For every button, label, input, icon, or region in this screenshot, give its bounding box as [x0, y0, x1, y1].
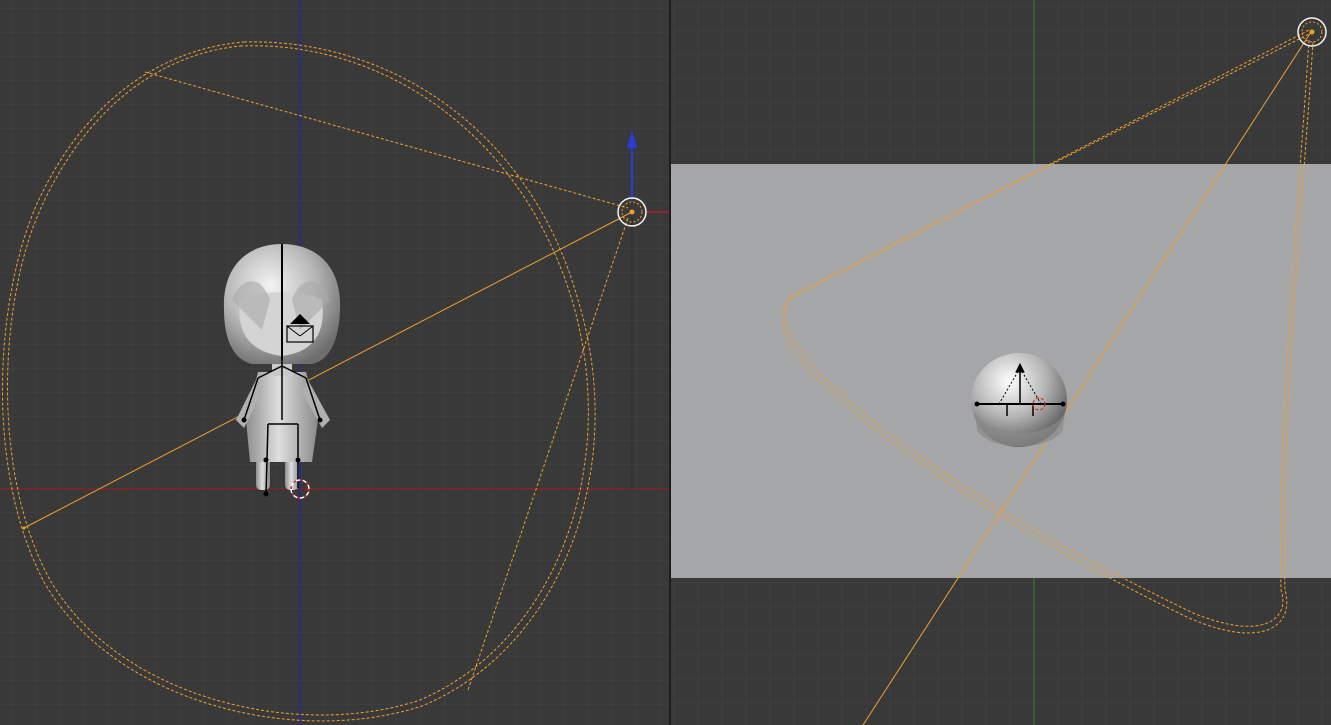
viewport-camera-canvas[interactable] [671, 0, 1331, 725]
viewport-camera[interactable] [671, 0, 1331, 725]
lamp-target-dot [22, 526, 26, 530]
viewport-front-canvas[interactable] [0, 0, 669, 725]
grid-floor [0, 0, 669, 725]
viewport-front[interactable] [0, 0, 669, 725]
